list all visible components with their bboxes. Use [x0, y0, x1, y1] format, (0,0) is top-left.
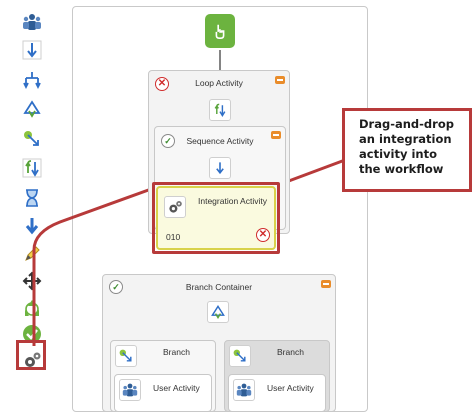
callout-line-2: an integration: [359, 132, 452, 146]
recycle-icon[interactable]: [20, 296, 44, 320]
user-activity-right-label: User Activity: [267, 383, 314, 393]
integration-id: 010: [166, 232, 181, 242]
sequence-arrow-icon: [209, 157, 231, 179]
user-activity-left-box[interactable]: User Activity: [114, 374, 212, 412]
branch-container-title: Branch Container: [185, 282, 253, 292]
branch-split-icon[interactable]: [20, 68, 44, 92]
integration-activity-box[interactable]: Integration Activity 010 ✕: [156, 186, 276, 250]
branch-right-condition-icon: [229, 345, 251, 367]
loop-icon: [209, 99, 231, 121]
condition-arrow-icon[interactable]: [20, 127, 44, 151]
integration-remove-icon[interactable]: ✕: [256, 228, 270, 242]
sequence-arrow-icon[interactable]: [20, 38, 44, 62]
loop-activity-title: Loop Activity: [195, 78, 243, 88]
branch-container-collapse-icon[interactable]: [321, 280, 331, 288]
hand-pointer-icon: [215, 24, 225, 40]
branch-left-title: Branch: [163, 347, 190, 357]
move-cross-icon[interactable]: [20, 269, 44, 293]
sequence-check-icon[interactable]: ✓: [161, 134, 175, 148]
user-activity-left-label: User Activity: [153, 383, 200, 393]
callout-line-4: the workflow: [359, 162, 444, 176]
callout-line-3: activity into: [359, 147, 437, 161]
download-arrow-icon[interactable]: [20, 214, 44, 238]
loop-collapse-icon[interactable]: [275, 76, 285, 84]
loop-remove-icon[interactable]: ✕: [155, 77, 169, 91]
sequence-collapse-icon[interactable]: [271, 131, 281, 139]
branch-container-icon: [207, 301, 229, 323]
branch-container-check-icon[interactable]: ✓: [109, 280, 123, 294]
hourglass-icon[interactable]: [20, 186, 44, 210]
integration-gear-icon: [164, 196, 186, 218]
instruction-callout: Drag-and-drop an integration activity in…: [342, 108, 472, 192]
user-activity-icon[interactable]: [20, 10, 44, 34]
user-activity-right-box[interactable]: User Activity: [228, 374, 326, 412]
branch-right-title: Branch: [277, 347, 304, 357]
callout-line-1: Drag-and-drop: [359, 117, 454, 131]
branch-container-icon[interactable]: [20, 97, 44, 121]
start-node[interactable]: [205, 14, 235, 48]
branch-left-condition-icon: [115, 345, 137, 367]
integration-activity-title: Integration Activity: [198, 196, 267, 206]
loop-icon[interactable]: [20, 156, 44, 180]
user-activity-left-icon: [119, 379, 141, 401]
pencil-icon[interactable]: [20, 242, 44, 266]
user-activity-right-icon: [233, 379, 255, 401]
toolbox-panel: [10, 6, 54, 370]
toolbox-highlight: [16, 340, 46, 370]
